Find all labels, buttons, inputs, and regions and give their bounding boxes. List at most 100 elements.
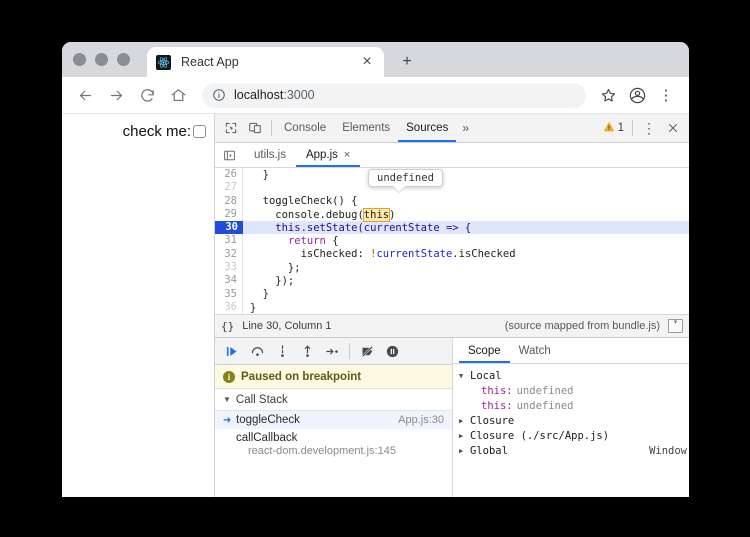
check-me-checkbox[interactable] — [193, 125, 206, 138]
address-bar[interactable]: localhost:3000 — [202, 82, 586, 108]
device-toolbar-icon[interactable] — [243, 117, 267, 139]
file-tab-app-js[interactable]: App.js × — [296, 143, 360, 167]
code-line[interactable]: 27 — [215, 181, 689, 195]
scope-group-local[interactable]: ▼ Local — [459, 368, 689, 383]
line-number: 30 — [215, 221, 243, 235]
close-window-button[interactable] — [73, 53, 86, 66]
code-line[interactable]: 29 console.debug(this) — [215, 207, 689, 222]
line-code: this.setState(currentState => { — [250, 221, 472, 234]
bookmark-star-icon[interactable] — [595, 82, 621, 108]
devtools-tab-console[interactable]: Console — [276, 114, 334, 142]
devtools-tab-elements[interactable]: Elements — [334, 114, 398, 142]
warning-triangle-icon — [603, 121, 615, 136]
file-tab-label: utils.js — [254, 149, 286, 161]
url-host: localhost — [234, 88, 284, 102]
frame-name: callCallback — [236, 432, 298, 444]
back-icon[interactable] — [72, 82, 98, 108]
code-line[interactable]: 35 } — [215, 287, 689, 301]
editor-status-bar: {} Line 30, Column 1 (source mapped from… — [215, 315, 689, 338]
minimize-window-button[interactable] — [95, 53, 108, 66]
close-icon[interactable]: × — [359, 53, 375, 70]
forward-icon[interactable] — [103, 82, 129, 108]
code-line[interactable]: 26 } — [215, 168, 689, 182]
frame-name: toggleCheck — [236, 414, 300, 426]
scope-global-value: Window — [649, 444, 687, 457]
line-code: } — [250, 301, 257, 314]
line-code: }); — [250, 275, 295, 288]
code-editor[interactable]: undefined 26 } 27 28 toggleCheck() { 29 — [215, 168, 689, 315]
line-code: console.debug(this) — [250, 207, 396, 222]
warning-count: 1 — [617, 122, 624, 134]
call-stack-header[interactable]: ▼ Call Stack — [215, 389, 452, 411]
maximize-window-button[interactable] — [117, 53, 130, 66]
pause-on-exceptions-icon[interactable] — [380, 340, 404, 362]
step-out-icon[interactable] — [295, 340, 319, 362]
toolbar-divider — [271, 120, 272, 136]
step-into-icon[interactable] — [270, 340, 294, 362]
devtools-menu-icon[interactable]: ⋮ — [637, 117, 661, 139]
scope-prop-this-2[interactable]: this: undefined — [459, 398, 689, 413]
tab-scope[interactable]: Scope — [459, 338, 510, 363]
line-code: } — [250, 288, 269, 301]
tooltip-text: undefined — [377, 172, 434, 184]
warning-badge[interactable]: 1 — [603, 121, 628, 136]
show-navigator-icon[interactable] — [218, 145, 240, 165]
deactivate-breakpoints-icon[interactable] — [355, 340, 379, 362]
paused-on-breakpoint-banner: i Paused on breakpoint — [215, 365, 452, 389]
home-icon[interactable] — [165, 82, 191, 108]
call-stack-frame-toggleCheck[interactable]: ➜ toggleCheck App.js:30 — [215, 411, 452, 429]
code-line[interactable]: 32 isChecked: !currentState.isChecked — [215, 247, 689, 262]
popout-icon[interactable]: ▾ — [668, 319, 683, 333]
scope-tree[interactable]: ▼ Local this: undefined this: undefined — [453, 364, 689, 497]
reload-icon[interactable] — [134, 82, 160, 108]
code-line[interactable]: 33 }; — [215, 261, 689, 275]
frame-location: App.js:30 — [398, 414, 444, 426]
address-bar-url: localhost:3000 — [234, 88, 315, 102]
line-number: 26 — [215, 168, 243, 182]
resume-icon[interactable] — [220, 340, 244, 362]
line-number: 34 — [215, 274, 243, 288]
scope-prop-this-1[interactable]: this: undefined — [459, 383, 689, 398]
debugger-controls — [215, 338, 452, 365]
scope-prop-value: undefined — [516, 399, 574, 412]
inspect-element-icon[interactable] — [219, 117, 243, 139]
browser-menu-icon[interactable]: ⋮ — [653, 82, 679, 108]
content-area: check me: Console Elements Sources » 1 ⋮… — [62, 114, 689, 497]
step-icon[interactable] — [320, 340, 344, 362]
scope-group-global[interactable]: ▶ Global Window — [459, 443, 689, 458]
info-circle-icon[interactable] — [212, 88, 226, 102]
profile-avatar-icon[interactable] — [624, 82, 650, 108]
code-line-current[interactable]: 30 this.setState(currentState => { — [215, 221, 689, 235]
file-tab-utils-js[interactable]: utils.js — [244, 143, 296, 167]
call-stack-frame-callCallback[interactable]: callCallback react-dom.development.js:14… — [215, 429, 452, 460]
code-line[interactable]: 34 }); — [215, 274, 689, 288]
step-over-icon[interactable] — [245, 340, 269, 362]
browser-window: React App × + localhost:3000 ⋮ check me:… — [62, 42, 689, 497]
highlighted-token: this — [362, 207, 391, 222]
line-number: 36 — [215, 300, 243, 314]
call-stack-list[interactable]: ➜ toggleCheck App.js:30 callCallback rea… — [215, 411, 452, 497]
code-line[interactable]: 28 toggleCheck() { — [215, 194, 689, 208]
close-icon[interactable]: × — [344, 149, 350, 161]
code-line[interactable]: 36 } — [215, 300, 689, 314]
tab-watch[interactable]: Watch — [510, 338, 560, 363]
devtools-close-icon[interactable] — [661, 117, 685, 139]
line-code: return { — [287, 235, 339, 248]
new-tab-button[interactable]: + — [396, 51, 418, 73]
scope-prop-name: this: — [481, 399, 513, 412]
scope-group-closure[interactable]: ▶ Closure — [459, 413, 689, 428]
window-traffic-lights — [73, 53, 130, 66]
scope-label: Closure — [470, 414, 515, 427]
pretty-print-icon[interactable]: {} — [221, 320, 234, 333]
cursor-position: Line 30, Column 1 — [242, 320, 332, 332]
browser-tab-react-app[interactable]: React App × — [147, 47, 384, 77]
code-line[interactable]: 31 return { — [215, 234, 689, 248]
check-me-row: check me: — [62, 123, 214, 140]
line-number: 27 — [215, 181, 243, 195]
more-tabs-icon[interactable]: » — [456, 121, 475, 135]
call-stack-title: Call Stack — [235, 393, 288, 406]
scope-group-closure-app[interactable]: ▶ Closure (./src/App.js) — [459, 428, 689, 443]
scope-watch-tabs: Scope Watch — [453, 338, 689, 364]
check-me-label: check me: — [122, 123, 191, 140]
devtools-tab-sources[interactable]: Sources — [398, 114, 456, 142]
